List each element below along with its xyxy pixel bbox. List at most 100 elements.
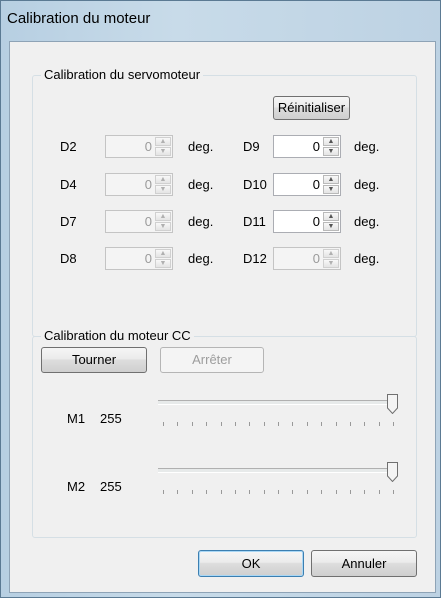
ok-button[interactable]: OK	[198, 550, 304, 577]
motor-label: M2	[67, 479, 86, 494]
spin-down-icon[interactable]: ▼	[323, 147, 339, 156]
slider-ticks	[158, 490, 398, 495]
spin-buttons[interactable]: ▲ ▼	[323, 175, 339, 194]
slider-tick	[221, 490, 222, 494]
turn-button[interactable]: Tourner	[41, 347, 147, 373]
servo-angle-value: 0	[144, 251, 152, 266]
slider-tick	[364, 422, 365, 426]
pin-label: D4	[60, 177, 77, 192]
title-bar[interactable]: Calibration du moteur	[1, 1, 440, 37]
slider-thumb[interactable]	[387, 394, 398, 415]
spin-buttons[interactable]: ▲ ▼	[323, 137, 339, 156]
spin-down-icon[interactable]: ▼	[323, 259, 339, 268]
slider-tick	[249, 490, 250, 494]
cancel-button[interactable]: Annuler	[311, 550, 417, 577]
slider-tick	[278, 490, 279, 494]
spin-buttons[interactable]: ▲ ▼	[155, 212, 171, 231]
servo-angle-value: 0	[312, 214, 320, 229]
servo-angle-input[interactable]: 0 ▲ ▼	[105, 173, 173, 196]
slider-tick	[206, 422, 207, 426]
reset-button[interactable]: Réinitialiser	[273, 96, 350, 120]
servo-angle-input[interactable]: 0 ▲ ▼	[273, 247, 341, 270]
slider-tick	[192, 422, 193, 426]
pin-label: D8	[60, 251, 77, 266]
unit-label: deg.	[354, 139, 380, 154]
unit-label: deg.	[354, 214, 380, 229]
slider-tick	[177, 490, 178, 494]
spin-buttons[interactable]: ▲ ▼	[155, 137, 171, 156]
slider-ticks	[158, 422, 398, 427]
pin-label: D7	[60, 214, 77, 229]
slider-track	[158, 400, 398, 405]
spin-up-icon[interactable]: ▲	[323, 249, 339, 258]
slider-tick	[163, 422, 164, 426]
unit-label: deg.	[354, 177, 380, 192]
spin-down-icon[interactable]: ▼	[155, 259, 171, 268]
servo-angle-input[interactable]: 0 ▲ ▼	[105, 210, 173, 233]
spin-up-icon[interactable]: ▲	[323, 212, 339, 221]
spin-down-icon[interactable]: ▼	[155, 185, 171, 194]
slider-tick	[235, 422, 236, 426]
slider-tick	[249, 422, 250, 426]
spin-buttons[interactable]: ▲ ▼	[323, 249, 339, 268]
slider-tick	[177, 422, 178, 426]
slider-tick	[321, 422, 322, 426]
spin-up-icon[interactable]: ▲	[323, 175, 339, 184]
spin-buttons[interactable]: ▲ ▼	[155, 249, 171, 268]
spin-down-icon[interactable]: ▼	[155, 147, 171, 156]
slider-tick	[307, 422, 308, 426]
pin-label: D10	[243, 177, 267, 192]
calibration-window: Calibration du moteur Calibration du ser…	[0, 0, 441, 598]
spin-down-icon[interactable]: ▼	[323, 185, 339, 194]
servo-angle-value: 0	[312, 177, 320, 192]
servo-angle-value: 0	[144, 139, 152, 154]
motor-speed-slider[interactable]	[158, 394, 398, 434]
slider-tick	[379, 422, 380, 426]
servo-angle-input[interactable]: 0 ▲ ▼	[105, 135, 173, 158]
stop-button-label: Arrêter	[192, 352, 232, 367]
slider-thumb[interactable]	[387, 462, 398, 483]
spin-buttons[interactable]: ▲ ▼	[323, 212, 339, 231]
servo-angle-input[interactable]: 0 ▲ ▼	[273, 210, 341, 233]
turn-button-label: Tourner	[71, 352, 117, 367]
slider-tick	[379, 490, 380, 494]
slider-tick	[393, 490, 394, 494]
slider-tick	[192, 490, 193, 494]
spin-up-icon[interactable]: ▲	[155, 249, 171, 258]
slider-tick	[336, 490, 337, 494]
cancel-button-label: Annuler	[341, 556, 387, 571]
motor-speed-value: 255	[100, 411, 122, 426]
slider-tick	[321, 490, 322, 494]
slider-tick	[221, 422, 222, 426]
motor-speed-slider[interactable]	[158, 462, 398, 502]
slider-tick	[206, 490, 207, 494]
servo-angle-input[interactable]: 0 ▲ ▼	[105, 247, 173, 270]
unit-label: deg.	[188, 251, 214, 266]
spin-buttons[interactable]: ▲ ▼	[155, 175, 171, 194]
unit-label: deg.	[188, 214, 214, 229]
servo-angle-input[interactable]: 0 ▲ ▼	[273, 135, 341, 158]
servo-angle-value: 0	[144, 177, 152, 192]
slider-tick	[264, 490, 265, 494]
spin-up-icon[interactable]: ▲	[323, 137, 339, 146]
spin-up-icon[interactable]: ▲	[155, 212, 171, 221]
spin-up-icon[interactable]: ▲	[155, 137, 171, 146]
reset-button-label: Réinitialiser	[277, 100, 346, 115]
slider-tick	[336, 422, 337, 426]
slider-tick	[292, 490, 293, 494]
slider-tick	[292, 422, 293, 426]
servo-angle-value: 0	[312, 251, 320, 266]
slider-tick	[364, 490, 365, 494]
spin-down-icon[interactable]: ▼	[155, 222, 171, 231]
stop-button[interactable]: Arrêter	[160, 347, 264, 373]
servo-angle-input[interactable]: 0 ▲ ▼	[273, 173, 341, 196]
spin-up-icon[interactable]: ▲	[155, 175, 171, 184]
slider-tick	[307, 490, 308, 494]
slider-tick	[350, 490, 351, 494]
motor-label: M1	[67, 411, 86, 426]
window-title: Calibration du moteur	[7, 10, 151, 27]
ok-button-label: OK	[241, 556, 261, 571]
slider-tick	[264, 422, 265, 426]
spin-down-icon[interactable]: ▼	[323, 222, 339, 231]
slider-tick	[163, 490, 164, 494]
